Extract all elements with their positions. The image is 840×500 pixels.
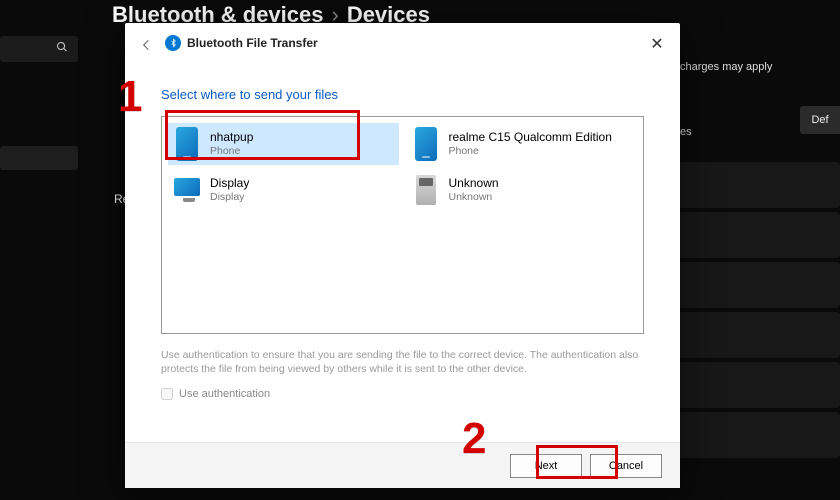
charges-note: charges may apply xyxy=(680,61,772,73)
next-button[interactable]: Next xyxy=(510,454,582,478)
dialog-title: Bluetooth File Transfer xyxy=(187,36,318,50)
display-icon xyxy=(174,173,200,207)
search-icon xyxy=(56,40,68,58)
device-name: nhatpup xyxy=(210,130,253,145)
device-unknown[interactable]: Unknown Unknown xyxy=(407,169,638,211)
back-arrow-icon[interactable] xyxy=(139,37,155,53)
dialog-footer: Next Cancel xyxy=(125,442,680,488)
close-icon[interactable]: ✕ xyxy=(644,31,670,57)
dialog-header: Bluetooth File Transfer ✕ xyxy=(125,23,680,63)
device-name: realme C15 Qualcomm Edition xyxy=(449,130,612,145)
unknown-icon xyxy=(413,173,439,207)
es-label: es xyxy=(680,126,692,138)
device-nhatpup[interactable]: nhatpup Phone xyxy=(168,123,399,165)
sidebar-active-item[interactable] xyxy=(0,146,78,170)
instruction-text: Select where to send your files xyxy=(161,87,644,102)
device-display[interactable]: Display Display xyxy=(168,169,399,211)
use-authentication-label: Use authentication xyxy=(179,388,270,400)
device-type: Phone xyxy=(210,145,253,158)
device-name: Display xyxy=(210,176,249,191)
device-realme[interactable]: realme C15 Qualcomm Edition Phone xyxy=(407,123,638,165)
device-name: Unknown xyxy=(449,176,499,191)
cancel-button[interactable]: Cancel xyxy=(590,454,662,478)
default-button[interactable]: Def xyxy=(800,106,840,134)
sidebar-search[interactable] xyxy=(0,36,78,62)
phone-icon xyxy=(413,127,439,161)
use-authentication-checkbox[interactable] xyxy=(161,388,173,400)
device-type: Phone xyxy=(449,145,612,158)
bluetooth-icon xyxy=(165,35,181,51)
device-list-box: nhatpup Phone realme C15 Qualcomm Editio… xyxy=(161,116,644,334)
help-text: Use authentication to ensure that you ar… xyxy=(161,348,644,376)
use-authentication-row[interactable]: Use authentication xyxy=(161,388,644,400)
device-type: Display xyxy=(210,191,249,204)
device-type: Unknown xyxy=(449,191,499,204)
phone-icon xyxy=(174,127,200,161)
bluetooth-file-transfer-dialog: Bluetooth File Transfer ✕ Select where t… xyxy=(125,23,680,488)
